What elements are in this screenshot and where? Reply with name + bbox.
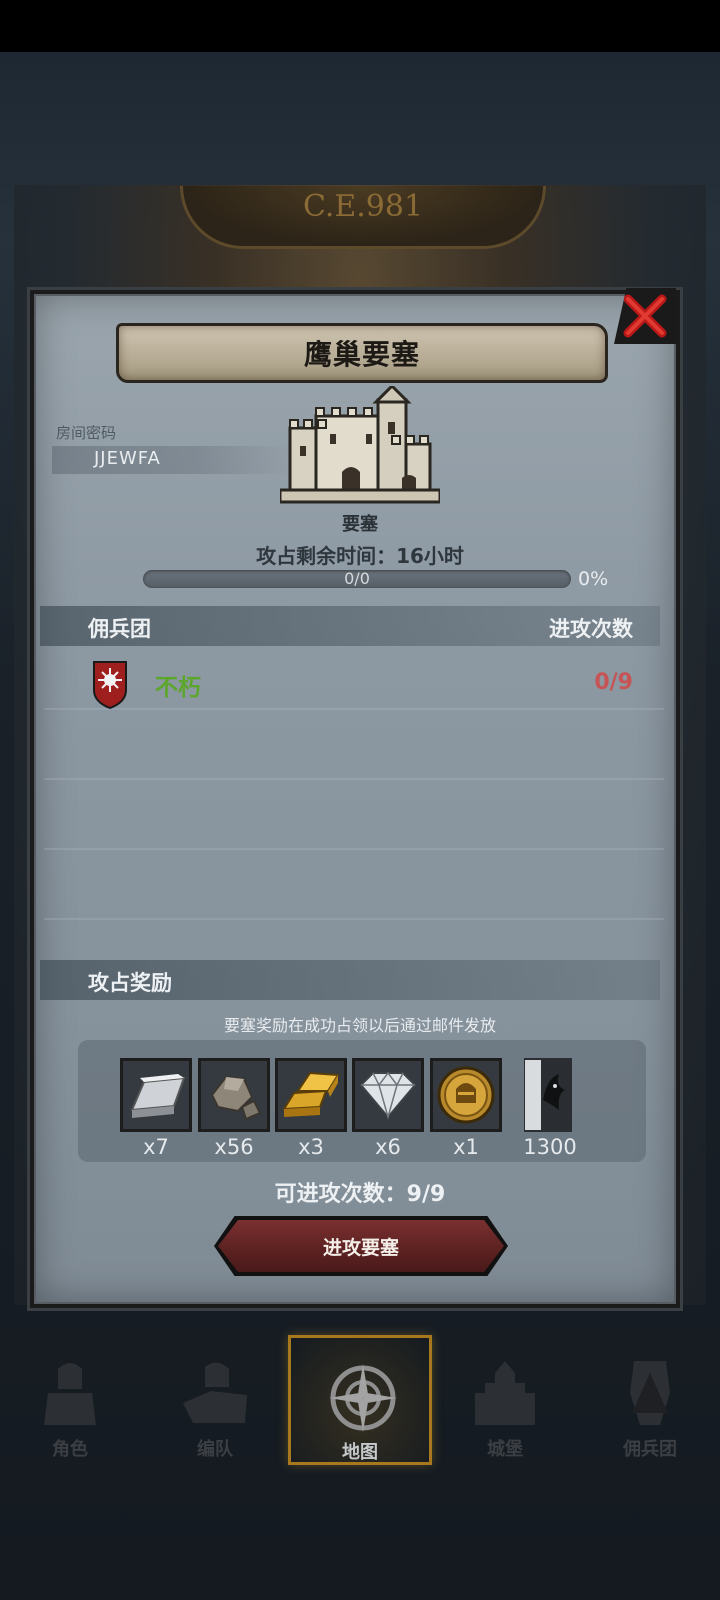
stone-icon: [210, 1075, 262, 1121]
reward-item[interactable]: [430, 1058, 502, 1132]
knight-coin-icon: [437, 1066, 495, 1124]
reward-note: 要塞奖励在成功占领以后通过邮件发放: [223, 1016, 496, 1035]
guild-name: 不朽: [155, 675, 201, 701]
dialog-title: 鹰巢要塞: [303, 338, 420, 371]
nav-item-mercenary[interactable]: 佣兵团: [585, 1335, 715, 1465]
room-code-strip: [52, 446, 292, 474]
nav-label: 城堡: [487, 1439, 523, 1460]
capture-progress-bar: 0/0: [143, 569, 571, 588]
reward-item[interactable]: [275, 1058, 347, 1132]
reward-qty: x7: [143, 1135, 169, 1159]
reward-qty: x1: [453, 1135, 479, 1159]
reward-header-label: 攻占奖励: [88, 971, 172, 995]
reward-qty: 1300: [523, 1135, 577, 1159]
gold-ingot-icon: [282, 1071, 340, 1117]
building-type-label: 要塞: [342, 514, 378, 535]
silver-ingot-icon: [130, 1074, 186, 1118]
compass-icon: [329, 1364, 397, 1432]
progress-percent: 0%: [578, 568, 609, 590]
mercenary-row-empty: [44, 850, 664, 920]
reward-qty: x56: [214, 1135, 254, 1159]
nav-item-character[interactable]: 角色: [5, 1335, 135, 1465]
mercenary-row-empty: [44, 710, 664, 780]
mercenary-header-label: 佣兵团: [88, 617, 151, 641]
room-code-value: JJEWFA: [94, 448, 161, 469]
fortress-icon: [280, 386, 440, 504]
era-dial: C.E.981: [180, 186, 546, 249]
era-label: C.E.981: [302, 189, 424, 224]
reward-item[interactable]: [352, 1058, 424, 1132]
reward-item[interactable]: [120, 1058, 192, 1132]
progress-text: 0/0: [344, 569, 370, 588]
guild-attack-count: 0/9: [594, 670, 633, 695]
bottom-nav: 角色 编队 地图 城堡 佣兵团: [0, 1335, 720, 1465]
nav-item-castle[interactable]: 城堡: [440, 1335, 570, 1465]
castle-icon: [475, 1361, 535, 1425]
reward-item[interactable]: [524, 1058, 572, 1132]
status-bar: [0, 0, 720, 52]
mercenary-row-empty: [44, 780, 664, 850]
nav-item-map[interactable]: 地图: [288, 1335, 432, 1465]
close-icon: [623, 294, 667, 338]
time-remaining-text: 攻占剩余时间：16小时: [256, 544, 464, 568]
room-code-label: 房间密码: [56, 424, 117, 442]
mercenary-row[interactable]: [44, 640, 664, 710]
nav-label: 地图: [342, 1442, 378, 1463]
reward-qty: x3: [298, 1135, 324, 1159]
diamond-icon: [359, 1071, 417, 1120]
mercenary-icon: [630, 1361, 670, 1425]
reward-item[interactable]: [198, 1058, 270, 1132]
attack-count-header: 进攻次数: [549, 617, 633, 641]
reward-qty: x6: [375, 1135, 401, 1159]
nav-label: 佣兵团: [623, 1439, 677, 1460]
guild-shield-icon: [93, 661, 127, 710]
nav-item-formation[interactable]: 编队: [150, 1335, 280, 1465]
character-icon: [44, 1363, 96, 1425]
title-banner: 鹰巢要塞: [116, 323, 608, 383]
nav-label: 角色: [52, 1439, 88, 1460]
nav-label: 编队: [197, 1439, 233, 1460]
guild-banner-icon: [525, 1060, 571, 1130]
attack-fortress-button[interactable]: 进攻要塞: [218, 1220, 504, 1272]
available-attacks-text: 可进攻次数：9/9: [274, 1182, 446, 1207]
attack-button-label: 进攻要塞: [322, 1236, 399, 1259]
formation-icon: [183, 1362, 247, 1423]
